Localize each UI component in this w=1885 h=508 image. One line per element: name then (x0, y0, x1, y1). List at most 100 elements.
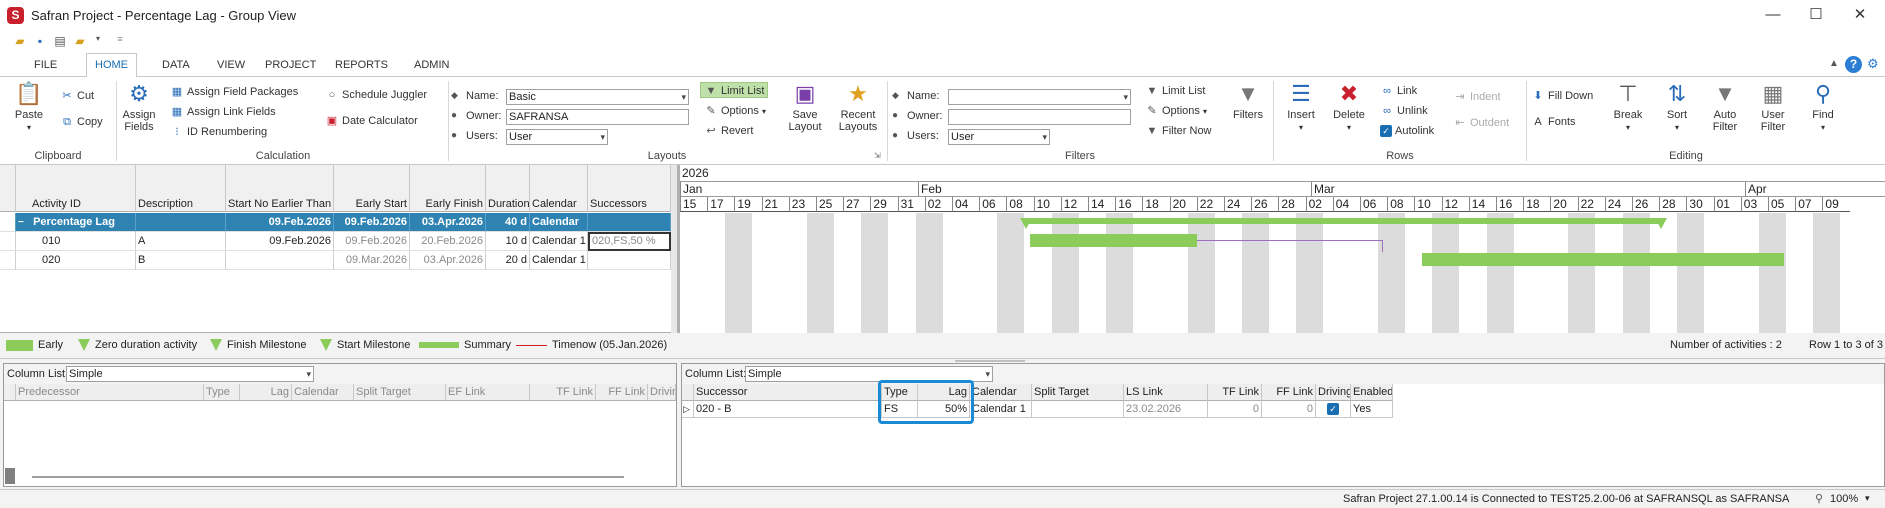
assign-field-packages-button[interactable]: ▦ Assign Field Packages (170, 84, 298, 100)
summary-description[interactable] (136, 213, 226, 232)
link-button[interactable]: ∞ Link (1380, 83, 1417, 99)
chevron-down-icon[interactable]: ▾ (1865, 493, 1870, 504)
table-row[interactable]: 010 A 09.Feb.2026 09.Feb.2026 20.Feb.202… (0, 232, 671, 251)
autolink-checkbox[interactable]: ✓ Autolink (1380, 123, 1434, 139)
chevron-down-icon[interactable]: ▾ (90, 34, 106, 48)
snet-cell[interactable]: 09.Feb.2026 (226, 232, 334, 251)
indent-button[interactable]: ⇥ Indent (1453, 89, 1500, 105)
copy-button[interactable]: ⧉ Copy (60, 114, 103, 130)
print-icon[interactable]: ▤ (52, 34, 68, 48)
user-filter-button[interactable]: ▦ User Filter (1752, 81, 1794, 133)
succ-successor-cell[interactable]: 020 - B (694, 401, 882, 418)
assign-link-fields-button[interactable]: ▦ Assign Link Fields (170, 104, 276, 120)
collapse-toggle-icon[interactable]: − (18, 214, 30, 231)
summary-successors[interactable] (588, 213, 671, 232)
col-header-start-no-earlier-than[interactable]: Start No Earlier Than (226, 165, 334, 212)
pred-col-header-type[interactable]: Type (204, 384, 240, 401)
table-row[interactable]: 020 B 09.Mar.2026 03.Apr.2026 20 d Calen… (0, 251, 671, 270)
duration-cell[interactable]: 10 d (486, 232, 530, 251)
break-button[interactable]: ⊤ Break ▾ (1607, 81, 1649, 134)
early-start-cell[interactable]: 09.Feb.2026 (334, 232, 410, 251)
find-button[interactable]: ⚲ Find ▾ (1802, 81, 1844, 134)
insert-button[interactable]: ☰ Insert ▾ (1280, 81, 1322, 134)
zoom-level[interactable]: 100% (1830, 493, 1858, 505)
delete-button[interactable]: ✖ Delete ▾ (1328, 81, 1370, 134)
sort-button[interactable]: ⇅ Sort ▾ (1656, 81, 1698, 134)
cut-button[interactable]: ✂ Cut (60, 88, 94, 104)
succ-calendar-cell[interactable]: Calendar 1 (970, 401, 1032, 418)
calendar-cell[interactable]: Calendar 1 (530, 251, 588, 270)
filter-name-dropdown[interactable]: ▾ (948, 89, 1131, 105)
layout-users-dropdown[interactable]: User ▾ (506, 129, 608, 145)
filter-users-dropdown[interactable]: User ▾ (948, 129, 1050, 145)
layout-name-dropdown[interactable]: Basic ▾ (506, 89, 689, 105)
tab-project[interactable]: PROJECT (257, 58, 324, 77)
tab-admin[interactable]: ADMIN (406, 58, 457, 77)
help-icon[interactable]: ? (1845, 56, 1862, 73)
summary-early-finish[interactable]: 03.Apr.2026 (410, 213, 486, 232)
activity-id-cell[interactable]: 020 (16, 251, 136, 270)
paste-button[interactable]: 📋 Paste ▾ (8, 81, 50, 134)
table-row[interactable]: ▷ 020 - B FS 50% Calendar 1 23.02.2026 0… (682, 401, 1393, 418)
customize-qat-icon[interactable]: ≡ (112, 34, 128, 48)
succ-col-header-calendar[interactable]: Calendar (970, 384, 1032, 401)
calendar-cell[interactable]: Calendar 1 (530, 232, 588, 251)
description-cell[interactable]: A (136, 232, 226, 251)
revert-button[interactable]: ↩ Revert (704, 123, 753, 139)
duration-cell[interactable]: 20 d (486, 251, 530, 270)
succ-split-target-cell[interactable] (1032, 401, 1124, 418)
succ-col-header-enabled[interactable]: Enabled (1351, 384, 1393, 401)
unlink-button[interactable]: ∞ Unlink (1380, 103, 1428, 119)
filter-owner-input[interactable] (948, 109, 1131, 125)
col-header-early-start[interactable]: Early Start (334, 165, 410, 212)
summary-id-cell[interactable]: − Percentage Lag (16, 213, 136, 232)
filter-now-button[interactable]: ▼ Filter Now (1145, 123, 1212, 139)
successors-cell[interactable] (588, 251, 671, 270)
succ-ls-link-cell[interactable]: 23.02.2026 (1124, 401, 1208, 418)
succ-tf-link-cell[interactable]: 0 (1208, 401, 1262, 418)
pred-scroll-indicator[interactable] (5, 468, 15, 484)
save-layout-button[interactable]: ▣ Save Layout (783, 81, 827, 133)
settings-gear-icon[interactable]: ⚙ (1867, 56, 1879, 72)
summary-duration[interactable]: 40 d (486, 213, 530, 232)
pred-horizontal-scrollbar[interactable] (32, 476, 624, 478)
auto-filter-button[interactable]: ▼ Auto Filter (1704, 81, 1746, 133)
succ-ff-link-cell[interactable]: 0 (1262, 401, 1316, 418)
table-row-summary[interactable]: − Percentage Lag 09.Feb.2026 09.Feb.2026… (0, 213, 671, 232)
pred-column-list-dropdown[interactable]: Simple ▾ (66, 366, 314, 382)
layout-options-button[interactable]: ✎ Options ▾ (704, 103, 766, 119)
succ-driving-cell[interactable]: ✓ (1316, 401, 1351, 418)
pred-col-header-ff-link[interactable]: FF Link (596, 384, 648, 401)
snet-cell[interactable] (226, 251, 334, 270)
succ-col-header-successor[interactable]: Successor (694, 384, 882, 401)
row-selector[interactable] (0, 232, 16, 251)
pred-col-header-calendar[interactable]: Calendar (292, 384, 354, 401)
pred-col-header-predecessor[interactable]: Predecessor (16, 384, 204, 401)
maximize-icon[interactable]: ☐ (1796, 4, 1836, 26)
recent-layouts-button[interactable]: ★ Recent Layouts (830, 81, 886, 133)
early-finish-cell[interactable]: 03.Apr.2026 (410, 251, 486, 270)
date-calculator-button[interactable]: ▣ Date Calculator (325, 113, 418, 129)
summary-early-start[interactable]: 09.Feb.2026 (334, 213, 410, 232)
summary-calendar[interactable]: Calendar (530, 213, 588, 232)
successors-cell-selected[interactable]: 020,FS,50 % (588, 232, 671, 251)
folder-dropdown-icon[interactable]: ▰ (72, 34, 88, 48)
tab-data[interactable]: DATA (154, 58, 198, 77)
dialog-launcher-icon[interactable]: ⇲ (874, 151, 881, 160)
summary-snet[interactable]: 09.Feb.2026 (226, 213, 334, 232)
description-cell[interactable]: B (136, 251, 226, 270)
col-header-activity-id[interactable]: Activity ID (16, 165, 136, 212)
tab-view[interactable]: VIEW (209, 58, 253, 77)
id-renumbering-button[interactable]: ⁝ ID Renumbering (170, 124, 267, 140)
succ-col-header-ls-link[interactable]: LS Link (1124, 384, 1208, 401)
tab-home[interactable]: HOME (86, 53, 137, 78)
pred-col-header-ef-link[interactable]: EF Link (446, 384, 530, 401)
succ-col-header-split-target[interactable]: Split Target (1032, 384, 1124, 401)
fonts-button[interactable]: A Fonts (1531, 114, 1575, 130)
close-icon[interactable]: ✕ (1840, 4, 1880, 26)
col-header-duration[interactable]: Duration (486, 165, 530, 212)
pane-splitter-grip[interactable] (955, 360, 1025, 362)
succ-col-header-driving[interactable]: Driving (1316, 384, 1351, 401)
early-finish-cell[interactable]: 20.Feb.2026 (410, 232, 486, 251)
fill-down-button[interactable]: ⬇ Fill Down (1531, 88, 1593, 104)
